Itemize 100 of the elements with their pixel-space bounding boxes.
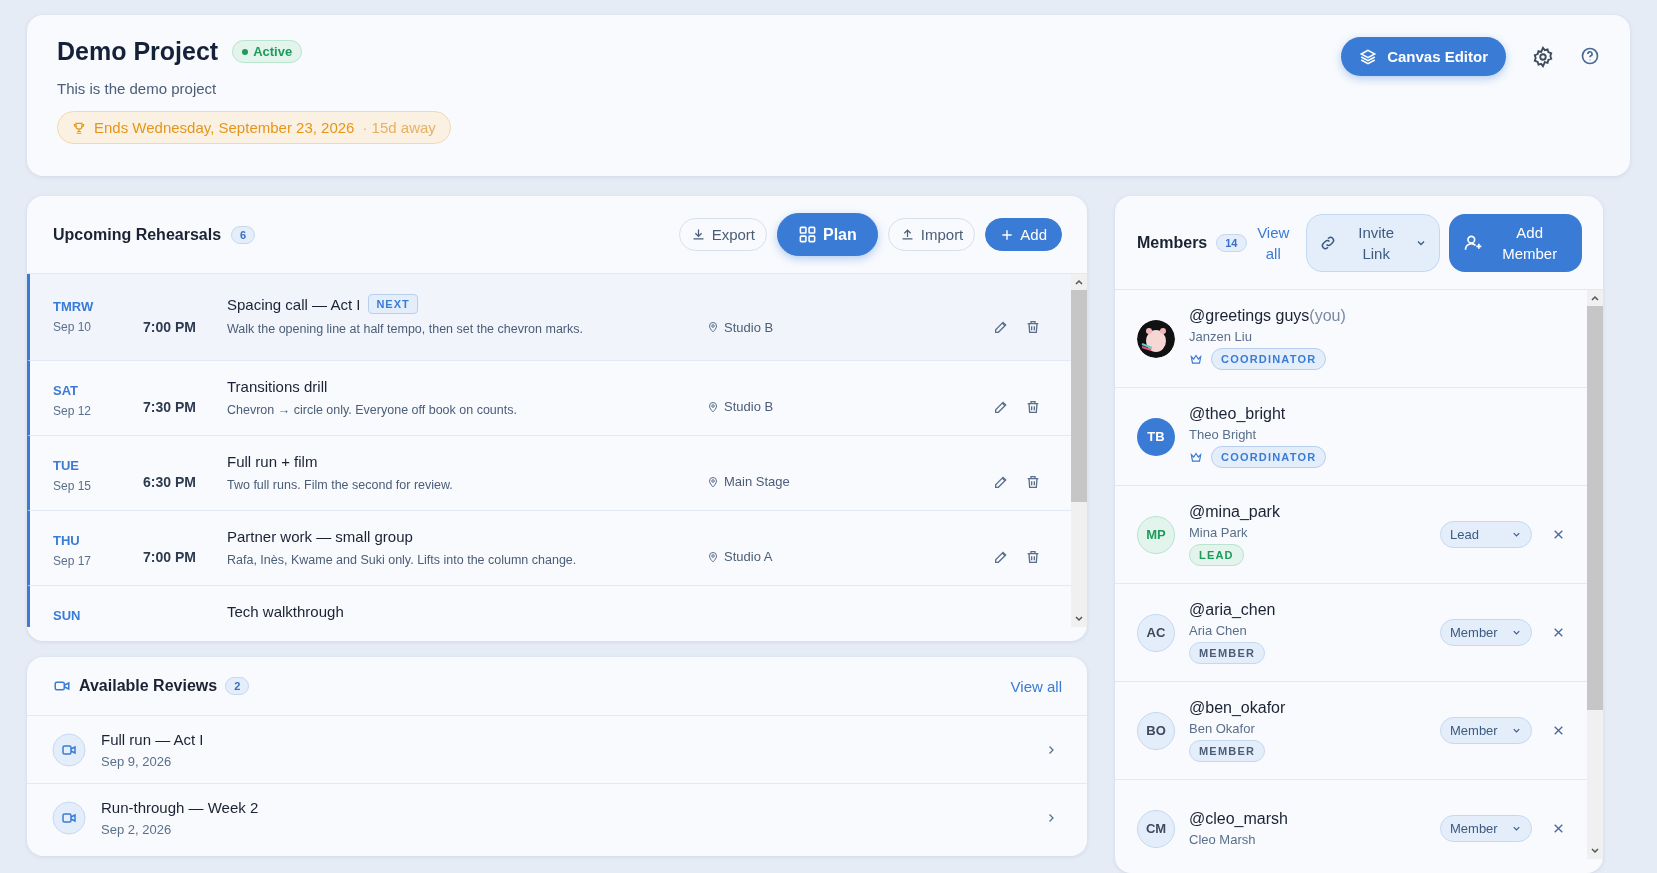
date-label: Sep 10	[53, 320, 93, 334]
rehearsal-row[interactable]: TMRW Sep 10 7:00 PM Spacing call — Act I NEXT Walk the opening line at half tempo, then set the chevron marks. Studio B	[27, 274, 1071, 361]
location-label: Studio B	[724, 399, 774, 414]
time-label: 7:30 PM	[143, 398, 197, 415]
project-description: This is the demo project	[57, 80, 218, 97]
rehearsal-title: Transitions drill	[227, 378, 328, 395]
avatar: BO	[1137, 711, 1175, 750]
rehearsal-note: Walk the opening line at half tempo, then set the chevron marks.	[227, 322, 584, 336]
day-label: SUN	[53, 608, 82, 623]
crown-icon	[1189, 450, 1203, 464]
location-pin-icon	[707, 550, 719, 563]
panel-title: Available Reviews	[79, 677, 218, 695]
day-label: TUE	[53, 458, 80, 473]
member-handle: @ben_okafor	[1189, 699, 1286, 717]
member-name: Janzen Liu	[1189, 329, 1253, 344]
date-label: Sep 12	[53, 404, 93, 418]
role-select[interactable]: Member	[1440, 815, 1532, 842]
rehearsal-title: Partner work — small group	[227, 528, 413, 545]
export-button[interactable]: Export	[678, 218, 767, 251]
remove-icon[interactable]	[1552, 724, 1565, 737]
add-button[interactable]: Add	[985, 218, 1062, 251]
role-badge: MEMBER	[1189, 642, 1266, 664]
count-badge: 2	[225, 677, 250, 695]
crown-icon	[1189, 352, 1203, 366]
role-select[interactable]: Member	[1440, 717, 1532, 744]
rehearsal-title: Tech walkthrough	[227, 603, 344, 620]
date-label: Sep 15	[53, 479, 93, 493]
member-name: Cleo Marsh	[1189, 832, 1257, 847]
review-row[interactable]: Run-through — Week 2 Sep 2, 2026	[27, 784, 1087, 851]
scrollbar[interactable]	[1587, 290, 1603, 859]
avatar: AC	[1137, 613, 1175, 652]
date-label: Sep 17	[53, 554, 93, 568]
canvas-editor-button[interactable]: Canvas Editor	[1341, 37, 1506, 76]
avatar: MP	[1137, 515, 1175, 554]
deadline-countdown: · 15d away	[362, 119, 436, 136]
import-button[interactable]: Import	[887, 218, 976, 251]
member-name: Theo Bright	[1189, 427, 1258, 442]
panel-title: Upcoming Rehearsals	[53, 225, 222, 244]
trophy-icon	[72, 120, 86, 135]
review-title: Run-through — Week 2	[101, 798, 259, 816]
review-date: Sep 9, 2026	[101, 753, 173, 769]
time-label: 6:30 PM	[143, 473, 197, 490]
delete-icon[interactable]	[1025, 398, 1041, 415]
location-label: Studio A	[724, 549, 773, 564]
video-camera-icon	[52, 800, 86, 835]
delete-icon[interactable]	[1025, 473, 1041, 490]
delete-icon[interactable]	[1025, 548, 1041, 565]
count-badge: 14	[1216, 233, 1247, 252]
role-badge: MEMBER	[1189, 740, 1266, 762]
project-title: Demo Project	[57, 37, 219, 66]
rehearsal-note: Two full runs. Film the second for review.	[227, 478, 454, 492]
review-row[interactable]: Full run — Act I Sep 9, 2026	[27, 716, 1087, 784]
member-handle: @greetings guys(you)	[1189, 307, 1346, 325]
member-handle: @theo_bright	[1189, 405, 1287, 423]
view-all-link[interactable]: View all	[1255, 221, 1291, 264]
settings-icon[interactable]	[1532, 46, 1554, 68]
avatar: CM	[1137, 809, 1175, 848]
location-label: Studio B	[724, 319, 774, 335]
invite-link-button[interactable]: Invite Link	[1306, 213, 1441, 272]
role-badge: LEAD	[1189, 544, 1244, 566]
day-label: SAT	[53, 383, 80, 398]
location-label: Main Stage	[724, 474, 790, 489]
grid-icon	[798, 225, 817, 244]
scrollbar[interactable]	[1071, 274, 1087, 627]
deadline-text: Ends Wednesday, September 23, 2026	[94, 119, 355, 136]
edit-icon[interactable]	[993, 319, 1009, 335]
rehearsal-note: Chevron → circle only. Everyone off book on counts.	[227, 403, 518, 417]
member-handle: @aria_chen	[1189, 601, 1276, 619]
role-badge: COORDINATOR	[1211, 348, 1327, 370]
review-date: Sep 2, 2026	[101, 821, 173, 837]
rehearsal-note: Rafa, Inès, Kwame and Suki only. Lifts into the column change.	[227, 553, 578, 567]
status-badge: Active	[232, 40, 303, 63]
plan-button[interactable]: Plan	[777, 213, 878, 256]
panel-title: Members	[1137, 233, 1208, 252]
view-all-link[interactable]: View all	[1010, 677, 1062, 695]
help-icon[interactable]	[1580, 46, 1600, 66]
remove-icon[interactable]	[1552, 528, 1565, 541]
member-name: Ben Okafor	[1189, 721, 1256, 736]
member-handle: @mina_park	[1189, 503, 1280, 521]
location-pin-icon	[707, 475, 719, 488]
count-badge: 6	[231, 225, 256, 244]
remove-icon[interactable]	[1552, 822, 1565, 835]
member-name: Mina Park	[1189, 525, 1249, 540]
delete-icon[interactable]	[1025, 319, 1041, 335]
role-select[interactable]: Lead	[1440, 521, 1532, 548]
layers-icon	[1359, 47, 1378, 66]
avatar: TB	[1137, 417, 1175, 456]
add-member-button[interactable]: Add Member	[1449, 213, 1582, 272]
next-badge: NEXT	[368, 294, 418, 314]
day-label: THU	[53, 533, 81, 548]
rehearsal-title: Full run + film	[227, 453, 318, 470]
plus-icon	[1000, 227, 1015, 242]
day-label: TMRW	[53, 299, 95, 314]
member-name: Aria Chen	[1189, 623, 1248, 638]
member-handle: @cleo_marsh	[1189, 810, 1288, 828]
review-title: Full run — Act I	[101, 730, 204, 748]
remove-icon[interactable]	[1552, 626, 1565, 639]
time-label: 7:00 PM	[143, 548, 197, 565]
time-label: 7:00 PM	[143, 319, 197, 335]
role-select[interactable]: Member	[1440, 619, 1532, 646]
